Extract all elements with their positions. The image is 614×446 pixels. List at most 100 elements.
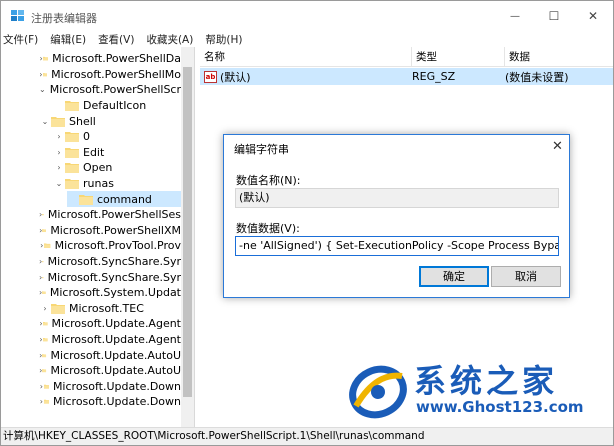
tree-item[interactable]: › Microsoft.PowerShellSes (39, 207, 181, 223)
collapse-arrow-icon[interactable]: ⌄ (53, 179, 65, 188)
tree-item[interactable]: › Microsoft.Update.Agent (39, 332, 181, 348)
ok-button[interactable]: 确定 (419, 266, 489, 287)
tree-item[interactable]: ⌄ Shell (39, 113, 181, 129)
expand-arrow-icon[interactable]: › (53, 148, 65, 157)
collapse-arrow-icon[interactable]: ⌄ (39, 117, 51, 126)
tree-item-label: Open (83, 161, 113, 175)
watermark-url: www.Ghost123.com (416, 398, 584, 416)
tree-item-label: Microsoft.SyncShare.Syr (47, 270, 181, 284)
tree-item-label: Microsoft.Update.AutoU (50, 364, 181, 378)
tree-item[interactable]: › Microsoft.TEC (39, 301, 181, 317)
list-header: 名称 类型 数据 (200, 47, 613, 67)
registry-app-icon (11, 10, 24, 21)
folder-icon (43, 57, 49, 61)
value-data: (数值未设置) (505, 70, 569, 84)
tree-item[interactable]: › Edit (53, 145, 181, 161)
tree-item[interactable]: › Microsoft.Update.Down (39, 394, 181, 410)
maximize-button[interactable]: ☐ (544, 7, 564, 25)
close-button[interactable]: ✕ (583, 7, 603, 25)
tree-item[interactable]: DefaultIcon (53, 98, 181, 114)
tree-item-label: Microsoft.PowerShellXM (50, 223, 181, 237)
title-bar: 注册表编辑器 — ☐ ✕ (1, 1, 613, 31)
value-type: REG_SZ (412, 70, 456, 83)
folder-icon (43, 400, 49, 405)
value-name-label: 数值名称(N): (236, 174, 301, 187)
watermark-logo-icon (349, 365, 407, 419)
expand-arrow-icon[interactable]: › (53, 132, 65, 141)
column-data-header[interactable]: 数据 (505, 47, 613, 66)
cancel-button[interactable]: 取消 (491, 266, 561, 287)
tree-item[interactable]: command (67, 191, 181, 207)
expand-arrow-icon[interactable]: › (39, 304, 51, 313)
tree-item-label: Microsoft.Update.Agent (51, 333, 181, 347)
folder-icon (51, 116, 65, 127)
folder-icon (42, 261, 44, 263)
string-value-icon: ab (204, 70, 217, 83)
tree-item-label: Edit (83, 145, 105, 159)
value-data-input[interactable]: -ne 'AllSigned') { Set-ExecutionPolicy -… (235, 236, 559, 256)
folder-icon (51, 303, 65, 314)
dialog-close-button[interactable]: ✕ (552, 139, 563, 154)
tree-item[interactable]: › Microsoft.System.Updat (39, 285, 181, 301)
tree-item[interactable]: › Microsoft.ProvTool.Prov (39, 238, 181, 254)
folder-icon (42, 369, 47, 373)
registry-tree: › Microsoft.Update.Down › Microsoft.Update.… (1, 47, 194, 427)
folder-icon (65, 147, 79, 158)
value-name-field: (默认) (235, 188, 559, 208)
registry-editor-window: 注册表编辑器 — ☐ ✕ 文件(F) 编辑(E) 查看(V) 收藏夹(A) 帮助… (0, 0, 614, 446)
tree-scroll-thumb[interactable] (183, 67, 192, 397)
expand-arrow-icon[interactable]: › (53, 163, 65, 172)
folder-icon (65, 163, 79, 174)
tree-item-label: Microsoft.Update.Down (52, 395, 181, 409)
column-type-header[interactable]: 类型 (412, 47, 505, 66)
tree-item[interactable]: › Microsoft.PowerShellDa (39, 51, 182, 67)
folder-icon (42, 322, 48, 326)
folder-icon (42, 338, 48, 342)
folder-icon (79, 194, 93, 205)
tree-item[interactable]: › 0 (53, 129, 181, 145)
watermark: 系统之家 www.Ghost123.com (346, 356, 608, 426)
folder-icon (42, 353, 47, 357)
tree-item-label: DefaultIcon (83, 99, 147, 113)
folder-icon (42, 214, 44, 216)
minimize-icon: — (510, 10, 520, 22)
tree-item[interactable]: › Microsoft.Update.AutoU (39, 347, 181, 363)
tree-item[interactable]: › Microsoft.PowerShellXM (39, 223, 181, 239)
folder-icon (42, 291, 46, 295)
tree-item-label: Microsoft.Update.Down (52, 379, 181, 393)
tree-item-label: Microsoft.PowerShellSes (47, 208, 181, 222)
window-title: 注册表编辑器 (31, 12, 97, 25)
tree-item-label: Microsoft.PowerShellMo (51, 67, 181, 81)
tree-item[interactable]: › Microsoft.Update.AutoU (39, 363, 181, 379)
folder-icon (42, 276, 44, 278)
tree-item-label: Microsoft.TEC (69, 301, 144, 315)
tree-item-label: Shell (69, 114, 96, 128)
tree-item-label: runas (83, 177, 114, 191)
tree-item-label: Microsoft.PowerShellScr (49, 83, 181, 97)
tree-scrollbar[interactable] (181, 47, 194, 427)
tree-item[interactable]: › Microsoft.SyncShare.Syr (39, 254, 181, 270)
tree-item-label: Microsoft.Update.AutoU (50, 348, 181, 362)
value-name: (默认) (220, 70, 251, 84)
folder-icon (44, 243, 51, 249)
tree-item[interactable]: › Microsoft.Update.Agent (39, 316, 181, 332)
folder-icon (65, 179, 79, 190)
tree-item-label: 0 (83, 130, 90, 144)
folder-icon (65, 101, 79, 112)
tree-item-label: Microsoft.System.Updat (49, 286, 181, 300)
tree-item[interactable]: › Microsoft.PowerShellMo (39, 67, 181, 83)
status-bar: 计算机\HKEY_CLASSES_ROOT\Microsoft.PowerShe… (1, 427, 613, 445)
tree-item[interactable]: ⌄ runas (53, 176, 181, 192)
tree-item-label: Microsoft.ProvTool.Prov (54, 239, 181, 253)
folder-icon (65, 132, 79, 143)
tree-item[interactable]: ⌄ Microsoft.PowerShellScr (39, 82, 181, 98)
folder-icon (42, 229, 47, 232)
tree-item-label: command (97, 192, 152, 206)
value-row-default[interactable]: ab (默认) REG_SZ (数值未设置) (200, 68, 613, 85)
tree-item[interactable]: › Microsoft.Update.Down (39, 379, 181, 395)
collapse-arrow-icon[interactable]: ⌄ (39, 85, 46, 94)
column-name-header[interactable]: 名称 (200, 47, 412, 66)
minimize-button[interactable]: — (505, 7, 525, 25)
tree-item[interactable]: › Open (53, 160, 181, 176)
tree-item[interactable]: › Microsoft.SyncShare.Syr (39, 269, 181, 285)
